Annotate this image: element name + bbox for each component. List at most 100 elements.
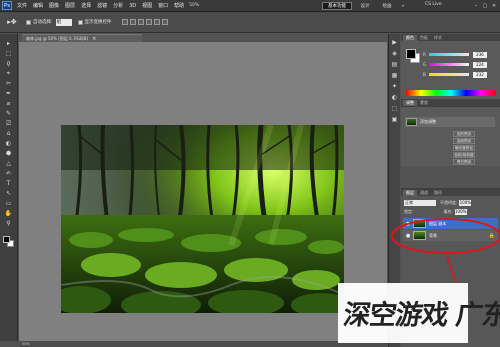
red-value-field[interactable]: 236 [473,51,487,58]
layer-name[interactable]: 图层 副本 [429,221,446,227]
minimize-icon[interactable]: – [472,2,480,9]
auto-select-dropdown[interactable]: 组 [55,18,72,26]
brush-tool-icon[interactable]: ✎ [3,109,15,118]
align-middle-icon[interactable] [129,19,136,25]
blue-slider[interactable] [429,73,469,76]
move-tool-icon[interactable]: ▸ [3,39,15,48]
menu-image[interactable]: 图像 [46,2,62,9]
menu-view[interactable]: 视图 [139,2,155,9]
workspace-painting-button[interactable]: 绘画 [376,2,398,10]
status-bar: 50% [19,341,387,347]
brush-presets-icon[interactable]: ✦ [391,82,399,90]
clone-stamp-tool-icon[interactable]: ⎚ [3,119,15,128]
auto-select-label: 自动选择: [33,20,53,25]
zoom-tool-icon[interactable]: ⚲ [3,219,15,228]
green-slider-row: G 224 [423,61,498,68]
type-tool-icon[interactable]: T [3,179,15,188]
blur-tool-icon[interactable]: △ [3,159,15,168]
marquee-tool-icon[interactable]: ⬚ [3,49,15,58]
move-tool-icon[interactable]: ▸✥ [4,16,20,28]
clone-source-icon[interactable]: ◐ [391,93,399,101]
menu-filter[interactable]: 滤镜 [94,2,110,9]
show-transform-checkbox[interactable]: 显示变换控件 [77,19,112,25]
tab-paths[interactable]: 路径 [431,190,445,196]
workspace-more-button[interactable]: » [398,2,408,10]
workspace-essentials-button[interactable]: 基本功能 [322,2,352,10]
align-center-icon[interactable] [153,19,160,25]
checkbox-box[interactable] [26,19,31,25]
eraser-tool-icon[interactable]: ◐ [3,139,15,148]
lasso-tool-icon[interactable]: ϙ [3,59,15,68]
red-slider[interactable] [429,53,469,56]
tab-layers[interactable]: 图层 [403,190,417,196]
quick-select-tool-icon[interactable]: ⌖ [3,69,15,78]
align-bottom-icon[interactable] [137,19,144,25]
gradient-tool-icon[interactable]: ⬢ [3,149,15,158]
black-white-button[interactable]: 黑白预设 [453,159,475,165]
status-zoom[interactable]: 50% [22,342,30,346]
zoom-level[interactable]: 50% [187,3,201,8]
mini-bridge-icon[interactable]: ◈ [391,49,399,57]
close-icon[interactable]: ✕ [490,2,498,9]
green-value-field[interactable]: 224 [473,61,487,68]
tab-channels[interactable]: 通道 [417,190,431,196]
history-icon[interactable]: ▤ [391,60,399,68]
watermark: 深空游戏 广东龙网 [338,283,500,343]
color-panel-tabs: 颜色 色板 样式 [401,34,500,41]
menu-help[interactable]: 帮助 [171,2,187,9]
character-icon[interactable]: ⬚ [391,104,399,112]
hand-tool-icon[interactable]: ✋ [3,209,15,218]
opacity-field[interactable]: 100% [459,199,472,206]
foreground-background-colors[interactable] [2,235,15,248]
auto-select-checkbox[interactable]: 自动选择: [26,19,53,25]
menu-file[interactable]: 文件 [14,2,30,9]
paragraph-icon[interactable]: ▣ [391,115,399,123]
blend-mode-dropdown[interactable]: 正常 [404,199,436,206]
layer-name[interactable]: 背景 [429,233,437,239]
close-tab-icon[interactable]: × [92,36,96,42]
document-tab-label: 森林.jpg @ 50% (图层 0, RGB/8) [26,35,89,41]
maximize-icon[interactable]: ▢ [481,2,489,9]
menu-edit[interactable]: 编辑 [30,2,46,9]
canvas-area[interactable] [19,42,387,341]
layer-row-copy[interactable]: ● 图层 副本 [403,218,498,229]
align-right-icon[interactable] [161,19,168,25]
menu-layer[interactable]: 图层 [62,2,78,9]
shape-tool-icon[interactable]: ▭ [3,199,15,208]
curves-preset-button[interactable]: 曲线预设 [453,138,475,144]
menu-select[interactable]: 选择 [78,2,94,9]
exposure-preset-button[interactable]: 曝光度预设 [453,145,475,151]
visibility-eye-icon[interactable]: ● [405,233,411,239]
menu-analysis[interactable]: 分析 [110,2,126,9]
hue-saturation-button[interactable]: 色相/饱和度 [453,152,475,158]
healing-brush-tool-icon[interactable]: ⌀ [3,99,15,108]
blue-value-field[interactable]: 232 [473,71,487,78]
history-brush-tool-icon[interactable]: ⌂ [3,129,15,138]
align-top-icon[interactable] [121,19,128,25]
expand-panels-icon[interactable]: ▶ [391,38,399,46]
forest-photo [61,125,344,313]
forest-illustration [61,125,344,313]
color-spectrum-bar[interactable] [406,90,496,96]
cs-live-button[interactable]: CS Live [425,2,442,7]
document-tab[interactable]: 森林.jpg @ 50% (图层 0, RGB/8) × [22,34,142,42]
actions-icon[interactable]: ▦ [391,71,399,79]
eyedropper-tool-icon[interactable]: ✒ [3,89,15,98]
foreground-color-swatch[interactable] [3,236,10,243]
visibility-eye-icon[interactable]: ● [405,221,411,227]
align-left-icon[interactable] [145,19,152,25]
adjustment-preset-item[interactable]: 添加调整 [405,117,495,127]
green-slider[interactable] [429,63,469,66]
menu-3d[interactable]: 3D [126,3,139,9]
menu-window[interactable]: 窗口 [155,2,171,9]
workspace-design-button[interactable]: 设计 [354,2,376,10]
crop-tool-icon[interactable]: ✂ [3,79,15,88]
fill-field[interactable]: 100% [454,208,467,215]
foreground-color-swatch[interactable] [406,49,416,59]
layer-row-background[interactable]: ● 背景 🔒 [403,230,498,241]
toolbox: ▸ ⬚ ϙ ⌖ ✂ ✒ ⌀ ✎ ⎚ ⌂ ◐ ⬢ △ ✍ T ↖ ▭ ✋ ⚲ [0,34,18,341]
levels-preset-button[interactable]: 色阶预设 [453,131,475,137]
path-select-tool-icon[interactable]: ↖ [3,189,15,198]
pen-tool-icon[interactable]: ✍ [3,169,15,178]
checkbox-box[interactable] [77,19,83,25]
